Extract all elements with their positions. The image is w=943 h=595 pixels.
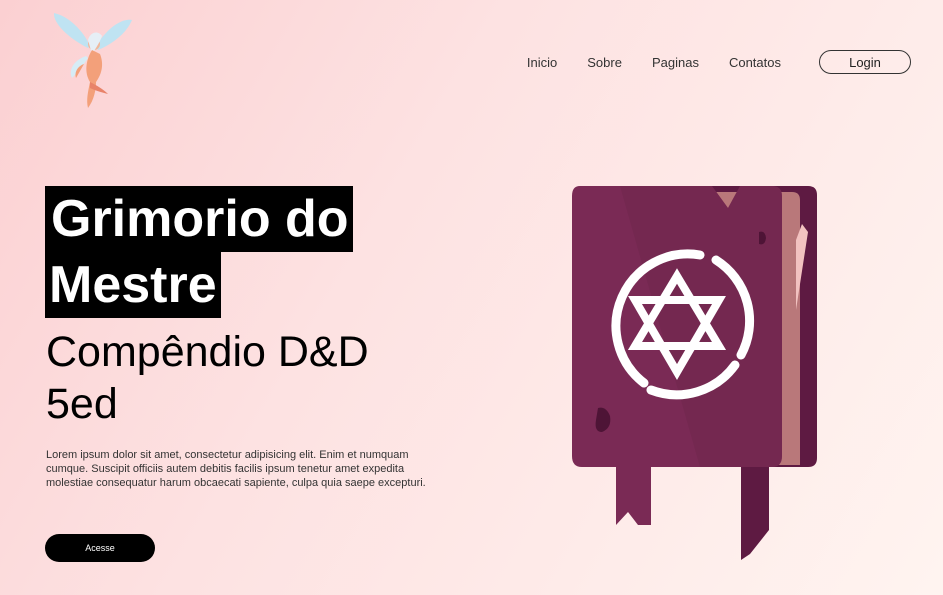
nav-link-inicio[interactable]: Inicio [527,55,557,70]
spellbook-hexagram-icon [560,180,830,565]
hero-subtitle: Compêndio D&D 5ed [46,328,369,428]
hero-title: Grimorio do Mestre [45,186,353,318]
top-navigation: Inicio Sobre Paginas Contatos Login [527,50,911,74]
hero-title-line-1: Grimorio do [45,186,353,252]
access-button[interactable]: Acesse [45,534,155,562]
nav-link-sobre[interactable]: Sobre [587,55,622,70]
nav-link-contatos[interactable]: Contatos [729,55,781,70]
login-button[interactable]: Login [819,50,911,74]
hero-description: Lorem ipsum dolor sit amet, consectetur … [46,449,426,489]
nav-link-paginas[interactable]: Paginas [652,55,699,70]
fairy-logo-icon[interactable] [48,8,138,113]
hero-title-line-2: Mestre [45,252,221,318]
